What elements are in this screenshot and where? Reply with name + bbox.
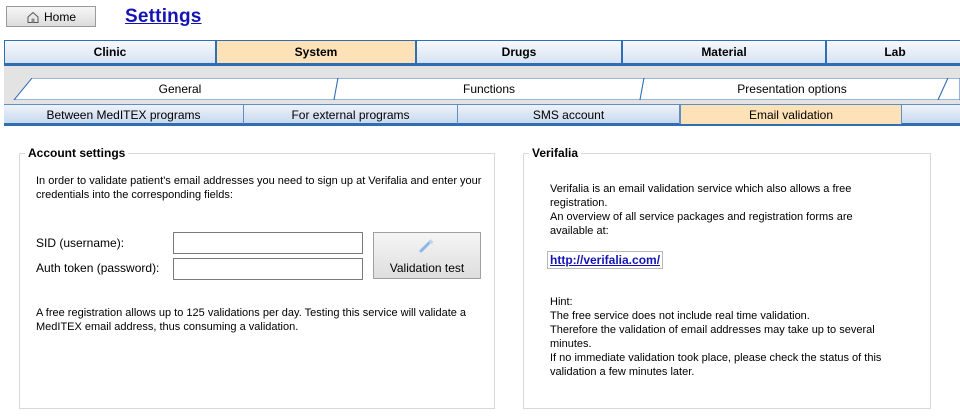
page-title[interactable]: Settings xyxy=(125,6,202,28)
hint-line5: validation a few minutes later. xyxy=(550,366,695,378)
home-button-label: Home xyxy=(43,9,76,24)
verifalia-desc-line4: available at: xyxy=(550,225,609,237)
hint-line1: The free service does not include real t… xyxy=(550,310,810,322)
sid-input[interactable] xyxy=(173,232,363,254)
sid-label: SID (username): xyxy=(36,236,125,250)
main-tab-bar: Clinic System Drugs Material Lab xyxy=(4,40,960,66)
account-note-line1: A free registration allows up to 125 val… xyxy=(36,307,467,319)
tab-between-meditex-programs[interactable]: Between MedITEX programs xyxy=(4,105,244,124)
hint-line3: minutes. xyxy=(550,338,592,350)
tab-general[interactable]: General xyxy=(24,78,336,100)
verifalia-desc-line3: An overview of all service packages and … xyxy=(550,211,853,223)
account-intro-line2: credentials into the corresponding field… xyxy=(36,189,233,201)
tab-presentation-options[interactable]: Presentation options xyxy=(642,78,942,100)
account-intro-line1: In order to validate patient's email add… xyxy=(36,175,482,187)
home-button[interactable]: Home xyxy=(6,6,96,27)
tab-lab[interactable]: Lab xyxy=(826,40,960,63)
validation-test-label: Validation test xyxy=(389,261,465,275)
tab-functions[interactable]: Functions xyxy=(336,78,642,100)
tab-clinic[interactable]: Clinic xyxy=(4,40,216,63)
verifalia-legend: Verifalia xyxy=(532,146,579,160)
test-wand-icon xyxy=(419,239,434,253)
verifalia-desc-line1: Verifalia is an email validation service… xyxy=(550,183,852,195)
hint-line2: Therefore the validation of email addres… xyxy=(550,324,875,336)
tab-material[interactable]: Material xyxy=(622,40,826,63)
tab-sms-account[interactable]: SMS account xyxy=(458,105,680,124)
tab-drugs[interactable]: Drugs xyxy=(416,40,622,63)
auth-token-label: Auth token (password): xyxy=(36,261,160,275)
hint-line4: If no immediate validation took place, p… xyxy=(550,352,882,364)
tab-email-validation[interactable]: Email validation xyxy=(680,105,902,124)
account-settings-legend: Account settings xyxy=(28,146,126,160)
auth-token-input[interactable] xyxy=(173,258,363,280)
validation-test-button[interactable]: Validation test xyxy=(373,232,481,279)
verifalia-link[interactable]: http://verifalia.com/ xyxy=(547,251,664,269)
account-note-line2: MedITEX email address, thus consuming a … xyxy=(36,321,299,333)
tab-system[interactable]: System xyxy=(216,40,416,63)
verifalia-desc-line2: registration. xyxy=(550,197,608,209)
sub-tab-row-2: Between MedITEX programs For external pr… xyxy=(4,104,960,126)
tab-for-external-programs[interactable]: For external programs xyxy=(244,105,458,124)
sub-tab-row-1: General Functions Presentation options xyxy=(4,78,960,100)
home-icon xyxy=(27,11,39,23)
hint-title: Hint: xyxy=(550,296,573,308)
